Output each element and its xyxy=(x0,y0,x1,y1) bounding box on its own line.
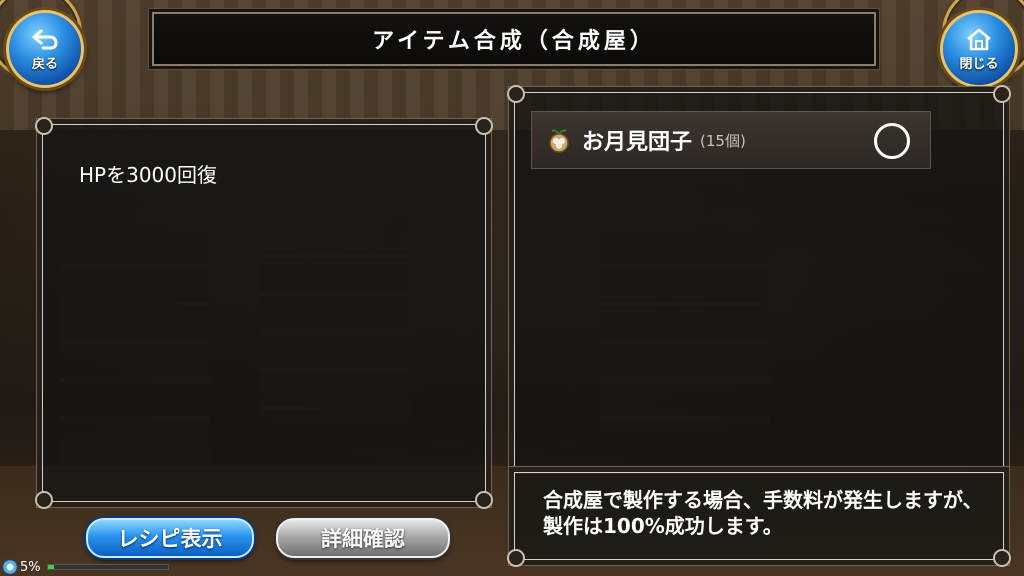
panel-corner xyxy=(35,491,53,509)
craftable-circle-icon xyxy=(874,123,910,159)
detail-button[interactable]: 詳細確認 xyxy=(276,518,450,558)
progress-fill xyxy=(47,565,54,569)
back-button[interactable]: 戻る xyxy=(6,10,84,88)
close-label: 閉じる xyxy=(959,56,999,72)
item-description-panel: HPを3000回復 xyxy=(35,117,493,509)
progress-percent: 5% xyxy=(20,559,41,575)
item-name: お月見団子 xyxy=(582,130,693,155)
close-button[interactable]: 閉じる xyxy=(940,10,1018,88)
back-arrow-icon xyxy=(32,29,58,49)
panel-corner xyxy=(475,491,493,509)
item-effect-text: HPを3000回復 xyxy=(79,163,217,187)
item-list-panel: お月見団子 (15個) xyxy=(507,85,1011,468)
crafting-note: 合成屋で製作する場合、手数料が発生しますが、製作は100%成功します。 xyxy=(543,488,983,538)
list-item[interactable]: お月見団子 (15個) xyxy=(531,111,931,169)
panel-corner xyxy=(993,85,1011,103)
status-bar: 5% xyxy=(0,558,169,576)
progress-bar xyxy=(46,564,169,570)
panel-corner xyxy=(35,117,53,135)
dango-icon xyxy=(549,129,569,153)
panel-corner xyxy=(507,549,525,567)
page-title: アイテム合成（合成屋） xyxy=(372,29,656,54)
recipe-button[interactable]: レシピ表示 xyxy=(86,518,254,558)
detail-button-label: 詳細確認 xyxy=(321,527,405,551)
recipe-button-label: レシピ表示 xyxy=(117,527,223,551)
home-icon xyxy=(967,28,991,50)
panel-corner xyxy=(507,85,525,103)
back-label: 戻る xyxy=(31,56,58,72)
gear-icon xyxy=(2,559,18,575)
info-note-panel: 合成屋で製作する場合、手数料が発生しますが、製作は100%成功します。 xyxy=(507,472,1011,567)
title-bar: アイテム合成（合成屋） xyxy=(152,12,876,66)
panel-corner xyxy=(475,117,493,135)
panel-corner xyxy=(993,549,1011,567)
item-count: (15個) xyxy=(700,131,746,150)
